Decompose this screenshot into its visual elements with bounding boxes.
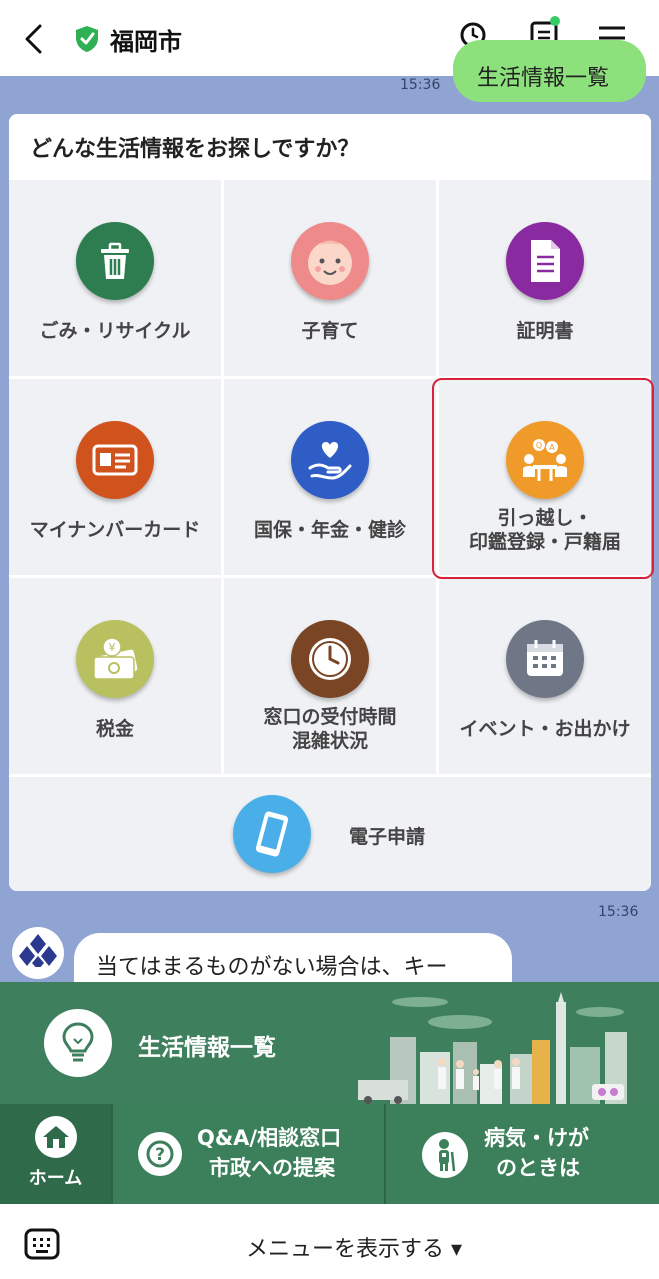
category-counter-hours-congestion[interactable]: 窓口の受付時間 混雑状況 — [224, 578, 436, 774]
category-label-line2: 混雑状況 — [291, 730, 368, 752]
category-events-outings[interactable]: イベント・お出かけ — [439, 578, 651, 774]
category-label: 子育て — [301, 320, 359, 342]
incoming-message-text: 当てはまるものがない場合は、キー — [96, 955, 448, 980]
category-label: 国保・年金・健診 — [253, 519, 406, 541]
category-certificates[interactable]: 証明書 — [439, 180, 651, 376]
category-label: ごみ・リサイクル — [39, 320, 191, 342]
rich-menu-life-info-list[interactable]: 生活情報一覧 — [0, 982, 659, 1104]
category-label: 電子申請 — [349, 826, 426, 848]
svg-text:?: ? — [155, 1145, 165, 1165]
trash-icon — [76, 222, 154, 300]
chat-title: 福岡市 — [110, 28, 182, 56]
home-button[interactable]: ホーム — [0, 1104, 111, 1204]
calendar-icon — [506, 620, 584, 698]
category-insurance-pension-checkup[interactable]: 国保・年金・健診 — [224, 379, 436, 575]
notification-dot — [550, 16, 560, 26]
category-childcare[interactable]: 子育て — [224, 180, 436, 376]
lightbulb-icon — [44, 1009, 112, 1077]
verified-shield-icon — [74, 25, 100, 53]
rich-menu: 生活情報一覧 ホーム ? Q&A/相談窓口 市政への提案 病気・けが のときは — [0, 982, 659, 1204]
tablet-icon — [233, 795, 311, 873]
svg-text:¥: ¥ — [109, 641, 116, 654]
category-label: イベント・お出かけ — [459, 718, 631, 740]
clock-icon — [291, 620, 369, 698]
home-label: ホーム — [28, 1168, 83, 1189]
back-icon[interactable] — [18, 22, 48, 56]
category-label: 証明書 — [516, 320, 574, 342]
baby-icon — [291, 222, 369, 300]
selected-category-highlight — [432, 378, 654, 579]
illness-injury-button[interactable]: 病気・けが のときは — [386, 1104, 659, 1204]
category-my-number-card[interactable]: マイナンバーカード — [9, 379, 221, 575]
money-icon: ¥ — [76, 620, 154, 698]
message-time: 15:36 — [598, 904, 639, 920]
life-info-list-label: 生活情報一覧 — [138, 1035, 276, 1061]
bottom-bar: メニューを表示する ▾ — [0, 1204, 659, 1279]
category-label: 窓口の受付時間 — [263, 706, 397, 728]
show-menu-toggle[interactable]: メニューを表示する ▾ — [246, 1231, 462, 1263]
id-card-icon — [76, 421, 154, 499]
category-garbage-recycling[interactable]: ごみ・リサイクル — [9, 180, 221, 376]
person-with-crutch-icon — [422, 1132, 468, 1178]
question-mark-icon: ? — [138, 1132, 182, 1176]
outgoing-message-text: 生活情報一覧 — [477, 66, 610, 91]
qa-label-line2: 市政への提案 — [209, 1156, 335, 1180]
document-icon — [506, 222, 584, 300]
heart-hand-icon — [291, 421, 369, 499]
rich-menu-bottom-row: ホーム ? Q&A/相談窓口 市政への提案 病気・けが のときは — [0, 1104, 659, 1204]
illness-label-line1: 病気・けが — [484, 1126, 589, 1150]
fukuoka-city-avatar[interactable] — [12, 927, 64, 979]
category-label: 税金 — [95, 718, 134, 740]
cityscape-illustration — [358, 992, 627, 1104]
outgoing-message-bubble: 生活情報一覧 — [453, 40, 646, 102]
message-time: 15:36 — [400, 77, 441, 93]
home-icon — [35, 1116, 77, 1158]
category-taxes[interactable]: ¥ 税金 — [9, 578, 221, 774]
card-title: どんな生活情報をお探しですか？ — [30, 137, 360, 162]
keyboard-icon[interactable] — [24, 1228, 60, 1260]
qa-consultation-button[interactable]: ? Q&A/相談窓口 市政への提案 — [113, 1104, 384, 1204]
category-label: マイナンバーカード — [29, 519, 201, 541]
qa-label-line1: Q&A/相談窓口 — [197, 1126, 342, 1150]
illness-label-line2: のときは — [496, 1156, 580, 1180]
category-online-application[interactable]: 電子申請 — [9, 777, 651, 891]
